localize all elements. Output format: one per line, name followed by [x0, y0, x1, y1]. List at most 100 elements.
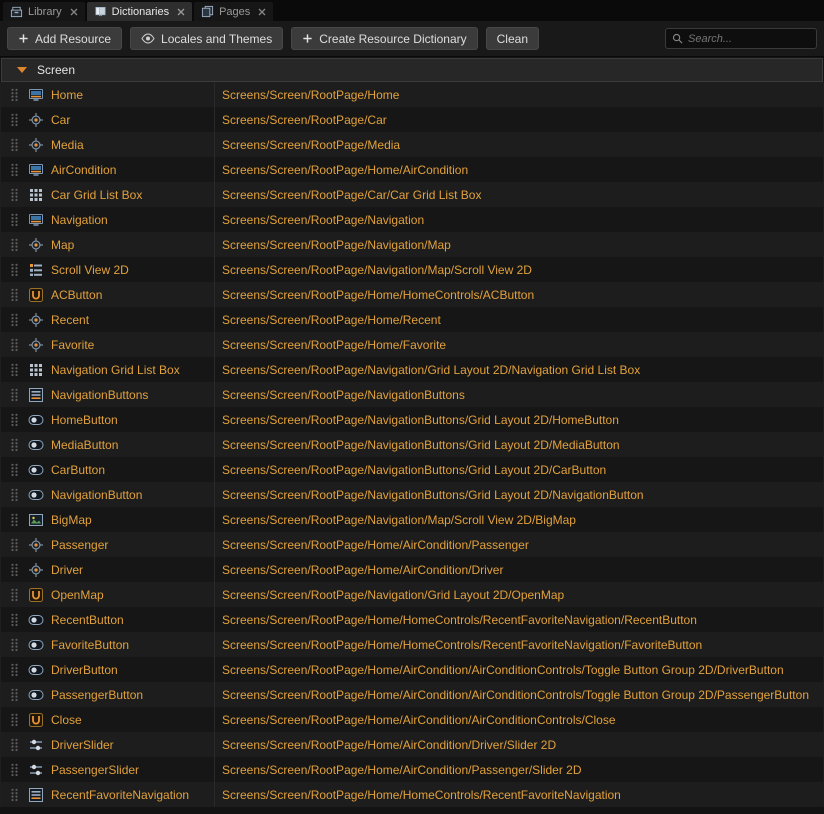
resource-name: Driver	[51, 557, 214, 582]
add-resource-button[interactable]: Add Resource	[7, 27, 122, 50]
table-row[interactable]: MediaButton Screens/Screen/RootPage/Navi…	[1, 432, 823, 457]
drag-handle-icon[interactable]	[1, 607, 28, 632]
toggle-icon	[28, 607, 51, 632]
drag-handle-icon[interactable]	[1, 482, 28, 507]
table-row[interactable]: CarButton Screens/Screen/RootPage/Naviga…	[1, 457, 823, 482]
eye-icon	[141, 33, 155, 44]
drag-handle-icon[interactable]	[1, 107, 28, 132]
resource-name: Map	[51, 232, 214, 257]
drag-handle-icon[interactable]	[1, 732, 28, 757]
search-input[interactable]	[688, 33, 810, 45]
drag-handle-icon[interactable]	[1, 457, 28, 482]
component-icon	[28, 132, 51, 157]
table-row[interactable]: PassengerSlider Screens/Screen/RootPage/…	[1, 757, 823, 782]
resource-path: Screens/Screen/RootPage/Navigation/Grid …	[214, 357, 823, 382]
resource-name: NavigationButton	[51, 482, 214, 507]
table-row[interactable]: Favorite Screens/Screen/RootPage/Home/Fa…	[1, 332, 823, 357]
drag-handle-icon[interactable]	[1, 532, 28, 557]
resource-path: Screens/Screen/RootPage/Navigation/Map/S…	[214, 507, 823, 532]
drag-handle-icon[interactable]	[1, 432, 28, 457]
table-row[interactable]: Navigation Screens/Screen/RootPage/Navig…	[1, 207, 823, 232]
resource-path: Screens/Screen/RootPage/Media	[214, 132, 823, 157]
drag-handle-icon[interactable]	[1, 357, 28, 382]
locales-and-themes-button[interactable]: Locales and Themes	[130, 27, 283, 50]
resource-path: Screens/Screen/RootPage/Home/AirConditio…	[214, 657, 823, 682]
resource-name: OpenMap	[51, 582, 214, 607]
drag-handle-icon[interactable]	[1, 782, 28, 807]
table-row[interactable]: Map Screens/Screen/RootPage/Navigation/M…	[1, 232, 823, 257]
drag-handle-icon[interactable]	[1, 282, 28, 307]
table-row[interactable]: AirCondition Screens/Screen/RootPage/Hom…	[1, 157, 823, 182]
drag-handle-icon[interactable]	[1, 657, 28, 682]
table-row[interactable]: DriverSlider Screens/Screen/RootPage/Hom…	[1, 732, 823, 757]
drag-handle-icon[interactable]	[1, 507, 28, 532]
drag-handle-icon[interactable]	[1, 407, 28, 432]
table-row[interactable]: RecentFavoriteNavigation Screens/Screen/…	[1, 782, 823, 807]
section-header-screen[interactable]: Screen	[1, 58, 823, 82]
drag-handle-icon[interactable]	[1, 332, 28, 357]
clean-button[interactable]: Clean	[486, 27, 539, 50]
table-row[interactable]: Media Screens/Screen/RootPage/Media	[1, 132, 823, 157]
tab-dictionaries[interactable]: Dictionaries	[87, 2, 192, 21]
grid-icon	[28, 182, 51, 207]
drag-handle-icon[interactable]	[1, 307, 28, 332]
drag-handle-icon[interactable]	[1, 707, 28, 732]
table-row[interactable]: OpenMap Screens/Screen/RootPage/Navigati…	[1, 582, 823, 607]
resource-name: Favorite	[51, 332, 214, 357]
resource-path: Screens/Screen/RootPage/Home/AirConditio…	[214, 732, 823, 757]
drag-handle-icon[interactable]	[1, 207, 28, 232]
close-icon[interactable]	[258, 8, 266, 16]
resource-path: Screens/Screen/RootPage/Home/AirConditio…	[214, 157, 823, 182]
table-row[interactable]: Recent Screens/Screen/RootPage/Home/Rece…	[1, 307, 823, 332]
drag-handle-icon[interactable]	[1, 582, 28, 607]
resource-path: Screens/Screen/RootPage/Navigation/Map	[214, 232, 823, 257]
drag-handle-icon[interactable]	[1, 132, 28, 157]
drag-handle-icon[interactable]	[1, 82, 28, 107]
table-row[interactable]: Car Grid List Box Screens/Screen/RootPag…	[1, 182, 823, 207]
drag-handle-icon[interactable]	[1, 182, 28, 207]
table-row[interactable]: Passenger Screens/Screen/RootPage/Home/A…	[1, 532, 823, 557]
table-row[interactable]: FavoriteButton Screens/Screen/RootPage/H…	[1, 632, 823, 657]
resource-name: Scroll View 2D	[51, 257, 214, 282]
table-row[interactable]: Navigation Grid List Box Screens/Screen/…	[1, 357, 823, 382]
table-row[interactable]: Driver Screens/Screen/RootPage/Home/AirC…	[1, 557, 823, 582]
table-row[interactable]: Close Screens/Screen/RootPage/Home/AirCo…	[1, 707, 823, 732]
drag-handle-icon[interactable]	[1, 557, 28, 582]
drag-handle-icon[interactable]	[1, 632, 28, 657]
table-row[interactable]: BigMap Screens/Screen/RootPage/Navigatio…	[1, 507, 823, 532]
close-icon[interactable]	[177, 8, 185, 16]
drag-handle-icon[interactable]	[1, 257, 28, 282]
drag-handle-icon[interactable]	[1, 232, 28, 257]
search-box[interactable]	[665, 28, 817, 49]
tab-pages[interactable]: Pages	[194, 2, 273, 21]
resource-path: Screens/Screen/RootPage/Home/AirConditio…	[214, 682, 823, 707]
table-row[interactable]: RecentButton Screens/Screen/RootPage/Hom…	[1, 607, 823, 632]
table-row[interactable]: Scroll View 2D Screens/Screen/RootPage/N…	[1, 257, 823, 282]
drag-handle-icon[interactable]	[1, 757, 28, 782]
resource-path: Screens/Screen/RootPage/Navigation/Grid …	[214, 582, 823, 607]
button-u-icon	[28, 707, 51, 732]
tab-library[interactable]: Library	[3, 2, 85, 21]
resource-table: Home Screens/Screen/RootPage/Home Car Sc…	[0, 82, 824, 807]
table-row[interactable]: Home Screens/Screen/RootPage/Home	[1, 82, 823, 107]
resource-path: Screens/Screen/RootPage/NavigationButton…	[214, 382, 823, 407]
component-icon	[28, 532, 51, 557]
table-row[interactable]: Car Screens/Screen/RootPage/Car	[1, 107, 823, 132]
button-label: Clean	[497, 32, 528, 46]
resource-path: Screens/Screen/RootPage/Home/Favorite	[214, 332, 823, 357]
chevron-down-icon	[17, 67, 27, 73]
drag-handle-icon[interactable]	[1, 682, 28, 707]
create-resource-dictionary-button[interactable]: Create Resource Dictionary	[291, 27, 477, 50]
drag-handle-icon[interactable]	[1, 157, 28, 182]
close-icon[interactable]	[70, 8, 78, 16]
screen-icon	[28, 207, 51, 232]
table-row[interactable]: DriverButton Screens/Screen/RootPage/Hom…	[1, 657, 823, 682]
table-row[interactable]: PassengerButton Screens/Screen/RootPage/…	[1, 682, 823, 707]
table-row[interactable]: HomeButton Screens/Screen/RootPage/Navig…	[1, 407, 823, 432]
table-row[interactable]: ACButton Screens/Screen/RootPage/Home/Ho…	[1, 282, 823, 307]
table-row[interactable]: NavigationButtons Screens/Screen/RootPag…	[1, 382, 823, 407]
drag-handle-icon[interactable]	[1, 382, 28, 407]
table-row[interactable]: NavigationButton Screens/Screen/RootPage…	[1, 482, 823, 507]
component-icon	[28, 307, 51, 332]
resource-path: Screens/Screen/RootPage/Home/HomeControl…	[214, 632, 823, 657]
